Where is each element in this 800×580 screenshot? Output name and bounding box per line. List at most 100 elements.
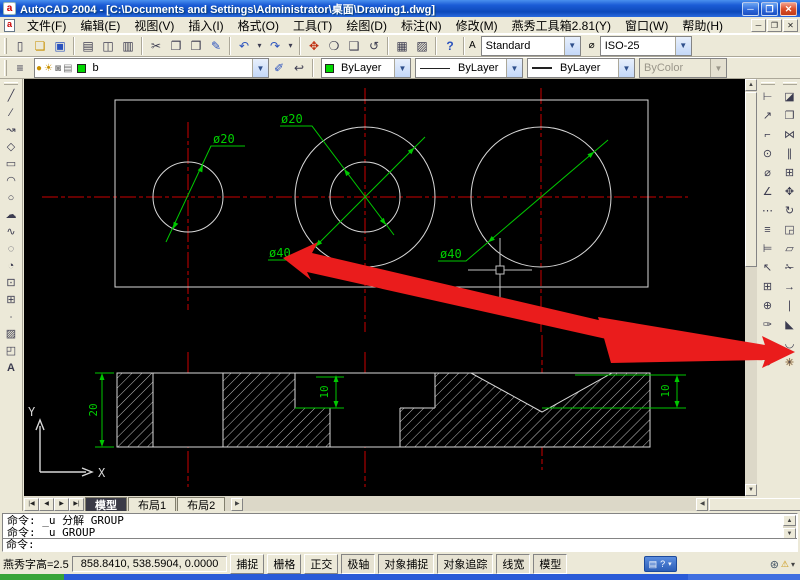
menu-file[interactable]: 文件(F) [20, 16, 73, 35]
pan-button[interactable]: ✥ [304, 37, 324, 55]
rectangle-button[interactable]: ▭ [2, 155, 21, 172]
chevron-down-icon[interactable]: ▾ [791, 560, 795, 569]
communication-center-icon[interactable]: ⊛ [770, 558, 779, 571]
start-button-edge[interactable] [0, 574, 64, 580]
toggle-osnap[interactable]: 对象捕捉 [378, 554, 434, 574]
chevron-down-icon[interactable]: ▼ [564, 37, 580, 55]
rotate-button[interactable]: ↻ [780, 201, 799, 220]
copy-object-button[interactable]: ❐ [780, 106, 799, 125]
doc-minimize-button[interactable]: ─ [751, 19, 766, 32]
tolerance-button[interactable]: ⊞ [758, 277, 777, 296]
redo-menu-button[interactable]: ▾ [285, 37, 296, 55]
close-button[interactable]: ✕ [780, 2, 797, 16]
scrollbar-thumb[interactable] [709, 498, 800, 511]
multiline-text-button[interactable]: A [2, 359, 21, 376]
plot-preview-button[interactable]: ◫ [98, 37, 118, 55]
construction-line-button[interactable]: ∕ [2, 104, 21, 121]
toolbar-grip[interactable] [4, 60, 7, 76]
diameter-dimension-button[interactable]: ⌀ [758, 163, 777, 182]
dim-style-combo[interactable]: ISO-25 ▼ [600, 36, 692, 56]
coordinates-readout[interactable]: 858.8410, 538.5904, 0.0000 [72, 556, 228, 572]
quick-dimension-button[interactable]: ⋯ [758, 201, 777, 220]
continue-dimension-button[interactable]: ⊨ [758, 239, 777, 258]
chamfer-button[interactable]: ◣ [780, 315, 799, 334]
extend-button[interactable]: → [780, 277, 799, 296]
toggle-snap[interactable]: 捕捉 [230, 554, 264, 574]
zoom-previous-button[interactable]: ↺ [364, 37, 384, 55]
match-properties-button[interactable]: ✎ [206, 37, 226, 55]
scale-button[interactable]: ◲ [780, 220, 799, 239]
center-mark-button[interactable]: ⊕ [758, 296, 777, 315]
text-style-combo[interactable]: Standard ▼ [481, 36, 581, 56]
linetype-combo[interactable]: ByLayer ▼ [415, 58, 523, 78]
mirror-button[interactable]: ⋈ [780, 125, 799, 144]
drawing-canvas[interactable]: ø20 ø20 ø40 ø40 [24, 79, 745, 496]
menu-modify[interactable]: 修改(M) [449, 16, 505, 35]
toolbar-grip[interactable] [783, 82, 797, 85]
break-button[interactable]: ∣ [780, 296, 799, 315]
scroll-up-button[interactable]: ▲ [783, 515, 796, 526]
scroll-up-button[interactable]: ▲ [745, 79, 757, 91]
paste-button[interactable]: ❒ [186, 37, 206, 55]
toggle-model-space[interactable]: 模型 [533, 554, 567, 574]
plot-button[interactable]: ▤ [78, 37, 98, 55]
toggle-lineweight[interactable]: 线宽 [496, 554, 530, 574]
menu-dimension[interactable]: 标注(N) [394, 16, 449, 35]
layer-plot-icon[interactable]: ▤ [63, 63, 72, 74]
dimension-update-button[interactable]: ↻ [758, 353, 777, 372]
layer-lock-icon[interactable]: ◙ [55, 63, 61, 74]
next-tab-button[interactable]: ▶ [54, 498, 69, 511]
trim-button[interactable]: ✁ [780, 258, 799, 277]
toolbar-grip[interactable] [761, 82, 775, 85]
angular-dimension-button[interactable]: ∠ [758, 182, 777, 201]
radius-dimension-button[interactable]: ⊙ [758, 144, 777, 163]
zoom-window-button[interactable]: ❑ [344, 37, 364, 55]
publish-button[interactable]: ▥ [118, 37, 138, 55]
polygon-button[interactable]: ◇ [2, 138, 21, 155]
help-button[interactable]: ? [440, 37, 460, 55]
layer-freeze-icon[interactable]: ☀ [44, 63, 53, 74]
menu-edit[interactable]: 编辑(E) [73, 16, 127, 35]
layer-previous-button[interactable]: ↩ [289, 59, 309, 77]
toolbar-grip[interactable] [4, 38, 7, 54]
designcenter-button[interactable]: ▨ [412, 37, 432, 55]
undo-menu-button[interactable]: ▾ [254, 37, 265, 55]
menu-view[interactable]: 视图(V) [127, 16, 181, 35]
ordinate-dimension-button[interactable]: ⌐ [758, 125, 777, 144]
insert-block-button[interactable]: ⊡ [2, 274, 21, 291]
circle-button[interactable]: ○ [2, 189, 21, 206]
menu-tools[interactable]: 工具(T) [286, 16, 339, 35]
new-button[interactable]: ▯ [10, 37, 30, 55]
chevron-down-icon[interactable]: ▼ [506, 59, 522, 77]
command-scrollbar[interactable]: ▲ ▼ [783, 515, 796, 540]
dimension-text-edit-button[interactable]: A [758, 334, 777, 353]
stretch-button[interactable]: ▱ [780, 239, 799, 258]
layer-combo[interactable]: ● ☀ ◙ ▤ b ▼ [34, 58, 269, 78]
layer-on-icon[interactable]: ● [36, 63, 42, 74]
scroll-right-button[interactable]: ▶ [231, 498, 243, 511]
make-object-layer-current-button[interactable]: ✐ [269, 59, 289, 77]
properties-button[interactable]: ▦ [392, 37, 412, 55]
scroll-left-button[interactable]: ◀ [696, 498, 708, 511]
line-button[interactable]: ╱ [2, 87, 21, 104]
toggle-grid[interactable]: 栅格 [267, 554, 301, 574]
first-tab-button[interactable]: |◀ [24, 498, 39, 511]
move-button[interactable]: ✥ [780, 182, 799, 201]
explode-button[interactable]: ✳ [780, 353, 799, 372]
menu-insert[interactable]: 插入(I) [181, 16, 230, 35]
chevron-down-icon[interactable]: ▼ [252, 59, 268, 77]
tray-notification-badge[interactable]: ▤ ? ▾ [644, 556, 677, 572]
menu-help[interactable]: 帮助(H) [675, 16, 730, 35]
menu-format[interactable]: 格式(O) [231, 16, 286, 35]
fillet-button[interactable]: ◡ [780, 334, 799, 353]
aligned-dimension-button[interactable]: ↗ [758, 106, 777, 125]
ellipse-button[interactable]: ◌ [2, 240, 21, 257]
array-button[interactable]: ⊞ [780, 163, 799, 182]
chevron-down-icon[interactable]: ▼ [618, 59, 634, 77]
prev-tab-button[interactable]: ◀ [39, 498, 54, 511]
horizontal-scrollbar[interactable]: ◀ ▶ [231, 498, 745, 511]
doc-close-button[interactable]: ✕ [783, 19, 798, 32]
erase-button[interactable]: ◪ [780, 87, 799, 106]
menu-draw[interactable]: 绘图(D) [339, 16, 394, 35]
restore-button[interactable]: ❐ [761, 2, 778, 16]
